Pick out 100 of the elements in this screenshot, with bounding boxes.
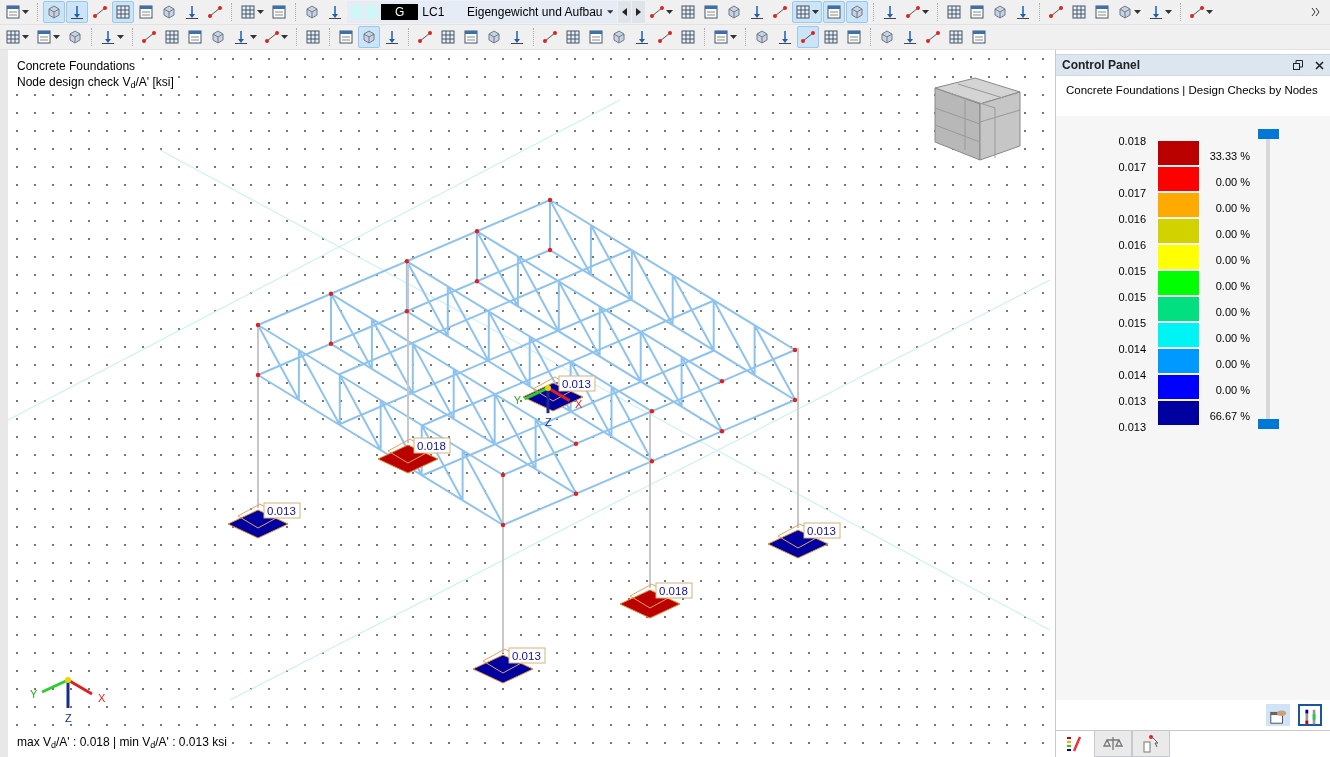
scale-value: 0.015 <box>1118 264 1146 279</box>
band-percentage: 0.00 % <box>1215 358 1250 370</box>
band-percentage: 0.00 % <box>1215 306 1250 318</box>
close-icon[interactable] <box>1315 60 1324 70</box>
node-icon <box>141 29 157 45</box>
panel-tab[interactable] <box>1132 731 1170 757</box>
scale-value: 0.015 <box>1118 290 1146 305</box>
node-icon <box>800 29 816 45</box>
window-icon <box>187 29 203 45</box>
cube-icon <box>611 29 627 45</box>
cube-icon <box>754 29 770 45</box>
axis-label: X <box>98 692 106 704</box>
scale-value: 0.017 <box>1118 186 1146 201</box>
window-icon <box>5 4 21 20</box>
arrow-icon <box>634 29 650 45</box>
cube-icon <box>46 4 62 20</box>
grid-icon <box>948 29 964 45</box>
axis-label: Y <box>30 688 38 700</box>
cube-icon <box>992 4 1008 20</box>
band-percentage: 0.00 % <box>1215 176 1250 188</box>
cube-icon <box>304 4 320 20</box>
scale-value: 0.013 <box>1118 394 1146 409</box>
band-percentage: 0.00 % <box>1215 280 1250 292</box>
arrow-icon <box>902 29 918 45</box>
band-percentage: 0.00 % <box>1215 332 1250 344</box>
cube-icon <box>879 29 895 45</box>
scale-value: 0.014 <box>1118 342 1146 357</box>
node-icon <box>925 29 941 45</box>
panel-tool-button[interactable] <box>1298 704 1322 726</box>
caret-icon <box>606 10 613 14</box>
arrow-icon <box>1015 4 1031 20</box>
axis-label: Y <box>513 394 522 407</box>
panel-tab[interactable] <box>1094 731 1132 757</box>
window-icon <box>826 4 842 20</box>
arrow-icon <box>777 29 793 45</box>
scale-value: 0.017 <box>1118 160 1146 175</box>
result-value-label: 0.018 <box>413 437 451 454</box>
cube-icon <box>849 4 865 20</box>
node-icon <box>92 4 108 20</box>
axis-label: Z <box>65 712 72 724</box>
window-icon <box>971 29 987 45</box>
grid-icon <box>115 4 131 20</box>
window-icon <box>36 29 52 45</box>
result-value-label: 0.013 <box>508 647 546 664</box>
band-percentage: 0.00 % <box>1215 202 1250 214</box>
arrow-icon <box>384 29 400 45</box>
scale-value: 0.016 <box>1118 212 1146 227</box>
result-value-label: 0.013 <box>558 375 596 392</box>
panel-title: Control Panel <box>1062 57 1141 74</box>
band-percentage: 0.00 % <box>1215 384 1250 396</box>
arrow-icon <box>184 4 200 20</box>
previous-button[interactable] <box>618 1 631 23</box>
grid-icon <box>240 4 256 20</box>
axis-label: Z <box>545 415 552 428</box>
left-arrow-icon <box>622 8 627 16</box>
toolbar-button[interactable] <box>112 1 134 23</box>
load-type-badge: G <box>381 4 419 20</box>
viewport-subtitle: Node design check V$_{d}$/A' [ksi] <box>15 74 176 90</box>
restore-icon[interactable] <box>1293 60 1303 70</box>
grid-icon <box>5 29 21 45</box>
window-icon <box>338 29 354 45</box>
range-slider-handle[interactable] <box>1258 129 1279 139</box>
cube-icon <box>67 29 83 45</box>
window-icon <box>138 4 154 20</box>
cube-icon <box>726 4 742 20</box>
cube-icon <box>486 29 502 45</box>
node-icon <box>657 29 673 45</box>
cube-icon <box>161 4 177 20</box>
chevron-icon <box>1311 7 1321 17</box>
band-percentage: 33.33 % <box>1209 150 1250 162</box>
arrow-icon <box>749 4 765 20</box>
toolbar-button[interactable] <box>66 1 88 23</box>
next-button[interactable] <box>632 1 645 23</box>
axis-triad-icon <box>41 677 93 708</box>
result-summary: max V$_{d}$/A' : 0.018 | min V$_{d}$/A' : 0.013 ksi <box>15 734 229 750</box>
window-icon <box>588 29 604 45</box>
toolbar-button[interactable] <box>823 1 845 23</box>
scale-value: 0.014 <box>1118 368 1146 383</box>
panel-subtitle: Concrete Foundations | Design Checks by Nodes <box>1066 84 1318 96</box>
arrow-icon <box>69 4 85 20</box>
cube-icon <box>361 29 377 45</box>
view-cube-icon[interactable] <box>934 77 1021 161</box>
toolbar-button[interactable] <box>792 1 822 23</box>
toolbar-button[interactable] <box>797 26 819 48</box>
panel-tool-button[interactable] <box>1266 704 1290 726</box>
node-icon <box>264 29 280 45</box>
result-value-label: 0.013 <box>263 502 301 519</box>
arrow-icon <box>1148 4 1164 20</box>
band-percentage: 0.00 % <box>1215 254 1250 266</box>
arrow-icon <box>509 29 525 45</box>
grid-icon <box>1071 4 1087 20</box>
load-case-select[interactable]: G LC1 Eigengewicht und Aufbau <box>347 1 617 23</box>
grid-icon <box>680 29 696 45</box>
node-icon <box>1048 4 1064 20</box>
range-slider-handle[interactable] <box>1258 419 1279 429</box>
band-percentage: 66.67 % <box>1209 410 1250 422</box>
structural-model-drawing[interactable]: 0.013 0.018 0.013 0.013 0.018 0.013 Y X Z <box>227 197 841 684</box>
node-icon <box>417 29 433 45</box>
node-icon <box>772 4 788 20</box>
axis-label: X <box>575 397 583 410</box>
